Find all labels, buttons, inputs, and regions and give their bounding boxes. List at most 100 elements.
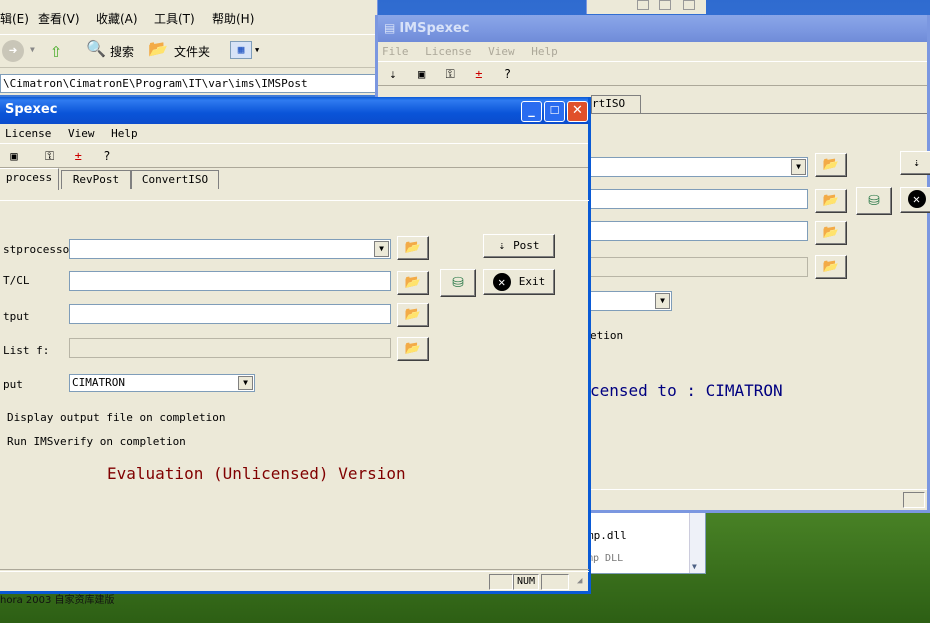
tab-strip: process RevPost ConvertISO: [0, 168, 588, 190]
close-button[interactable]: ✕: [567, 101, 588, 122]
sort-icon[interactable]: ⇣: [383, 64, 403, 84]
output-label: tput: [3, 310, 30, 323]
chevron-down-icon[interactable]: ▼: [238, 376, 253, 390]
output-combo[interactable]: ▼: [588, 291, 672, 311]
minimize-button[interactable]: _: [521, 101, 542, 122]
post-button[interactable]: ⇣ Post: [483, 234, 555, 258]
key-icon[interactable]: ⚿: [40, 146, 60, 166]
scroll-down-icon[interactable]: ▼: [692, 562, 697, 571]
output-type-label: put: [3, 378, 23, 391]
tab-revpost[interactable]: RevPost: [61, 170, 131, 189]
explorer-toolbar: ➜ ▼ ⇧ 🔍 搜索 📂 文件夹 ▦ ▼: [0, 34, 378, 68]
run-imsverify-checkbox-label[interactable]: Run IMSverify on completion: [7, 435, 186, 448]
menu-help[interactable]: Help: [531, 45, 558, 58]
toolbar-background: ⇣ ▣ ⚿ ± ?: [378, 62, 927, 86]
statusbar-background: [588, 489, 927, 509]
post-button-label: Post: [513, 239, 540, 252]
list-file-input: [69, 338, 391, 358]
postprocessor-combo[interactable]: ▼: [69, 239, 391, 259]
menu-edit[interactable]: 辑(E): [0, 10, 29, 27]
post-icon: ⇣: [913, 156, 920, 169]
views-dropdown-icon[interactable]: ▼: [255, 46, 259, 54]
help-icon[interactable]: ?: [498, 64, 518, 84]
views-icon[interactable]: ▦: [230, 41, 252, 59]
list-file-input: [588, 257, 808, 277]
license-icon[interactable]: ±: [68, 146, 88, 166]
browse-postprocessor-button[interactable]: 📂: [397, 236, 429, 260]
toolbar: ▣ ⚿ ± ?: [0, 144, 588, 168]
status-panel: [903, 492, 925, 508]
folder-icon: 📂: [822, 157, 840, 172]
maximize-button[interactable]: ☐: [544, 101, 565, 122]
chevron-down-icon[interactable]: ▼: [374, 241, 389, 257]
display-output-checkbox-label[interactable]: Display output file on completion: [7, 411, 226, 424]
exit-button[interactable]: ✕ Exit: [483, 269, 555, 295]
menu-help[interactable]: Help: [111, 127, 138, 140]
window-title: Spexec: [5, 102, 58, 117]
address-bar[interactable]: \Cimatron\CimatronE\Program\IT\var\ims\I…: [0, 74, 376, 93]
titlebar: Spexec _ ☐ ✕: [0, 97, 588, 124]
postprocessor-combo[interactable]: ▼: [588, 157, 808, 177]
tab-divider: [0, 200, 589, 201]
chevron-down-icon[interactable]: ▼: [791, 159, 806, 175]
num-lock-indicator: NUM: [513, 574, 539, 590]
menu-tools[interactable]: 工具(T): [154, 10, 195, 27]
menu-license[interactable]: License: [425, 45, 471, 58]
license-icon[interactable]: ±: [469, 64, 489, 84]
exit-button-partial[interactable]: ✕: [900, 187, 930, 213]
folder-icon: 📂: [404, 307, 422, 322]
menu-view[interactable]: View: [488, 45, 515, 58]
menu-view[interactable]: View: [68, 127, 95, 140]
file-list-item[interactable]: mp.dll: [587, 529, 627, 542]
tab-convertiso[interactable]: rtISO: [591, 95, 641, 113]
dropdown-arrow-icon[interactable]: ▼: [30, 45, 35, 54]
statusbar: NUM ◢: [0, 571, 589, 591]
tab-convertiso[interactable]: ConvertISO: [131, 170, 219, 189]
menu-help[interactable]: 帮助(H): [212, 10, 254, 27]
scroll-box: [659, 0, 671, 10]
ntcl-input[interactable]: [69, 271, 391, 291]
file-list-item[interactable]: mp DLL: [587, 553, 623, 564]
post-button-partial[interactable]: ⇣: [900, 151, 930, 175]
properties-icon[interactable]: ▣: [412, 64, 432, 84]
imspexec-window: Spexec _ ☐ ✕ License View Help ▣ ⚿ ± ? p…: [0, 97, 591, 594]
chevron-down-icon[interactable]: ▼: [655, 293, 670, 309]
run-icon-button[interactable]: ⛁: [856, 187, 892, 215]
vertical-scrollbar[interactable]: ▼: [689, 513, 705, 573]
menu-license[interactable]: License: [5, 127, 51, 140]
menu-file[interactable]: File: [382, 45, 409, 58]
resize-grip-icon[interactable]: ◢: [577, 576, 582, 586]
file-list: mp.dll mp DLL ▼: [586, 512, 706, 574]
output-input[interactable]: [69, 304, 391, 324]
output-input[interactable]: [588, 221, 808, 241]
scroll-box: [637, 0, 649, 10]
browse-folder-button[interactable]: 📂: [815, 189, 847, 213]
postprocessor-label: stprocesso: [3, 243, 70, 256]
menu-favorites[interactable]: 收藏(A): [96, 10, 138, 27]
titlebar-background: ▤ IMSpexec: [378, 15, 927, 42]
folders-button-label[interactable]: 文件夹: [174, 43, 210, 60]
menubar-background: File License View Help: [378, 42, 927, 62]
tab-postprocess[interactable]: process: [0, 168, 59, 190]
machine-icon: ⛁: [452, 275, 464, 291]
explorer-window: 辑(E) 查看(V) 收藏(A) 工具(T) 帮助(H) ➜ ▼ ⇧ 🔍 搜索 …: [0, 0, 378, 95]
browse-ntcl-button[interactable]: 📂: [397, 271, 429, 295]
exit-icon: ✕: [492, 273, 511, 291]
folders-icon[interactable]: 📂: [148, 39, 168, 58]
browse-list-file-button: 📂: [397, 337, 429, 361]
output-type-combo[interactable]: CIMATRON ▼: [69, 374, 255, 392]
browse-output-button[interactable]: 📂: [397, 303, 429, 327]
display-output-label-partial: etion: [590, 329, 624, 342]
browse-folder-button[interactable]: 📂: [815, 221, 847, 245]
help-icon[interactable]: ?: [97, 146, 117, 166]
search-icon[interactable]: 🔍: [86, 39, 106, 58]
run-verify-button[interactable]: ⛁: [440, 269, 476, 297]
browse-folder-button[interactable]: 📂: [815, 153, 847, 177]
ntcl-input[interactable]: [588, 189, 808, 209]
forward-arrow-icon[interactable]: ➜: [2, 40, 24, 62]
up-folder-icon[interactable]: ⇧: [50, 38, 62, 62]
key-icon[interactable]: ⚿: [440, 64, 460, 84]
properties-icon[interactable]: ▣: [4, 146, 24, 166]
menu-view[interactable]: 查看(V): [38, 10, 80, 27]
search-button-label[interactable]: 搜索: [110, 43, 134, 60]
